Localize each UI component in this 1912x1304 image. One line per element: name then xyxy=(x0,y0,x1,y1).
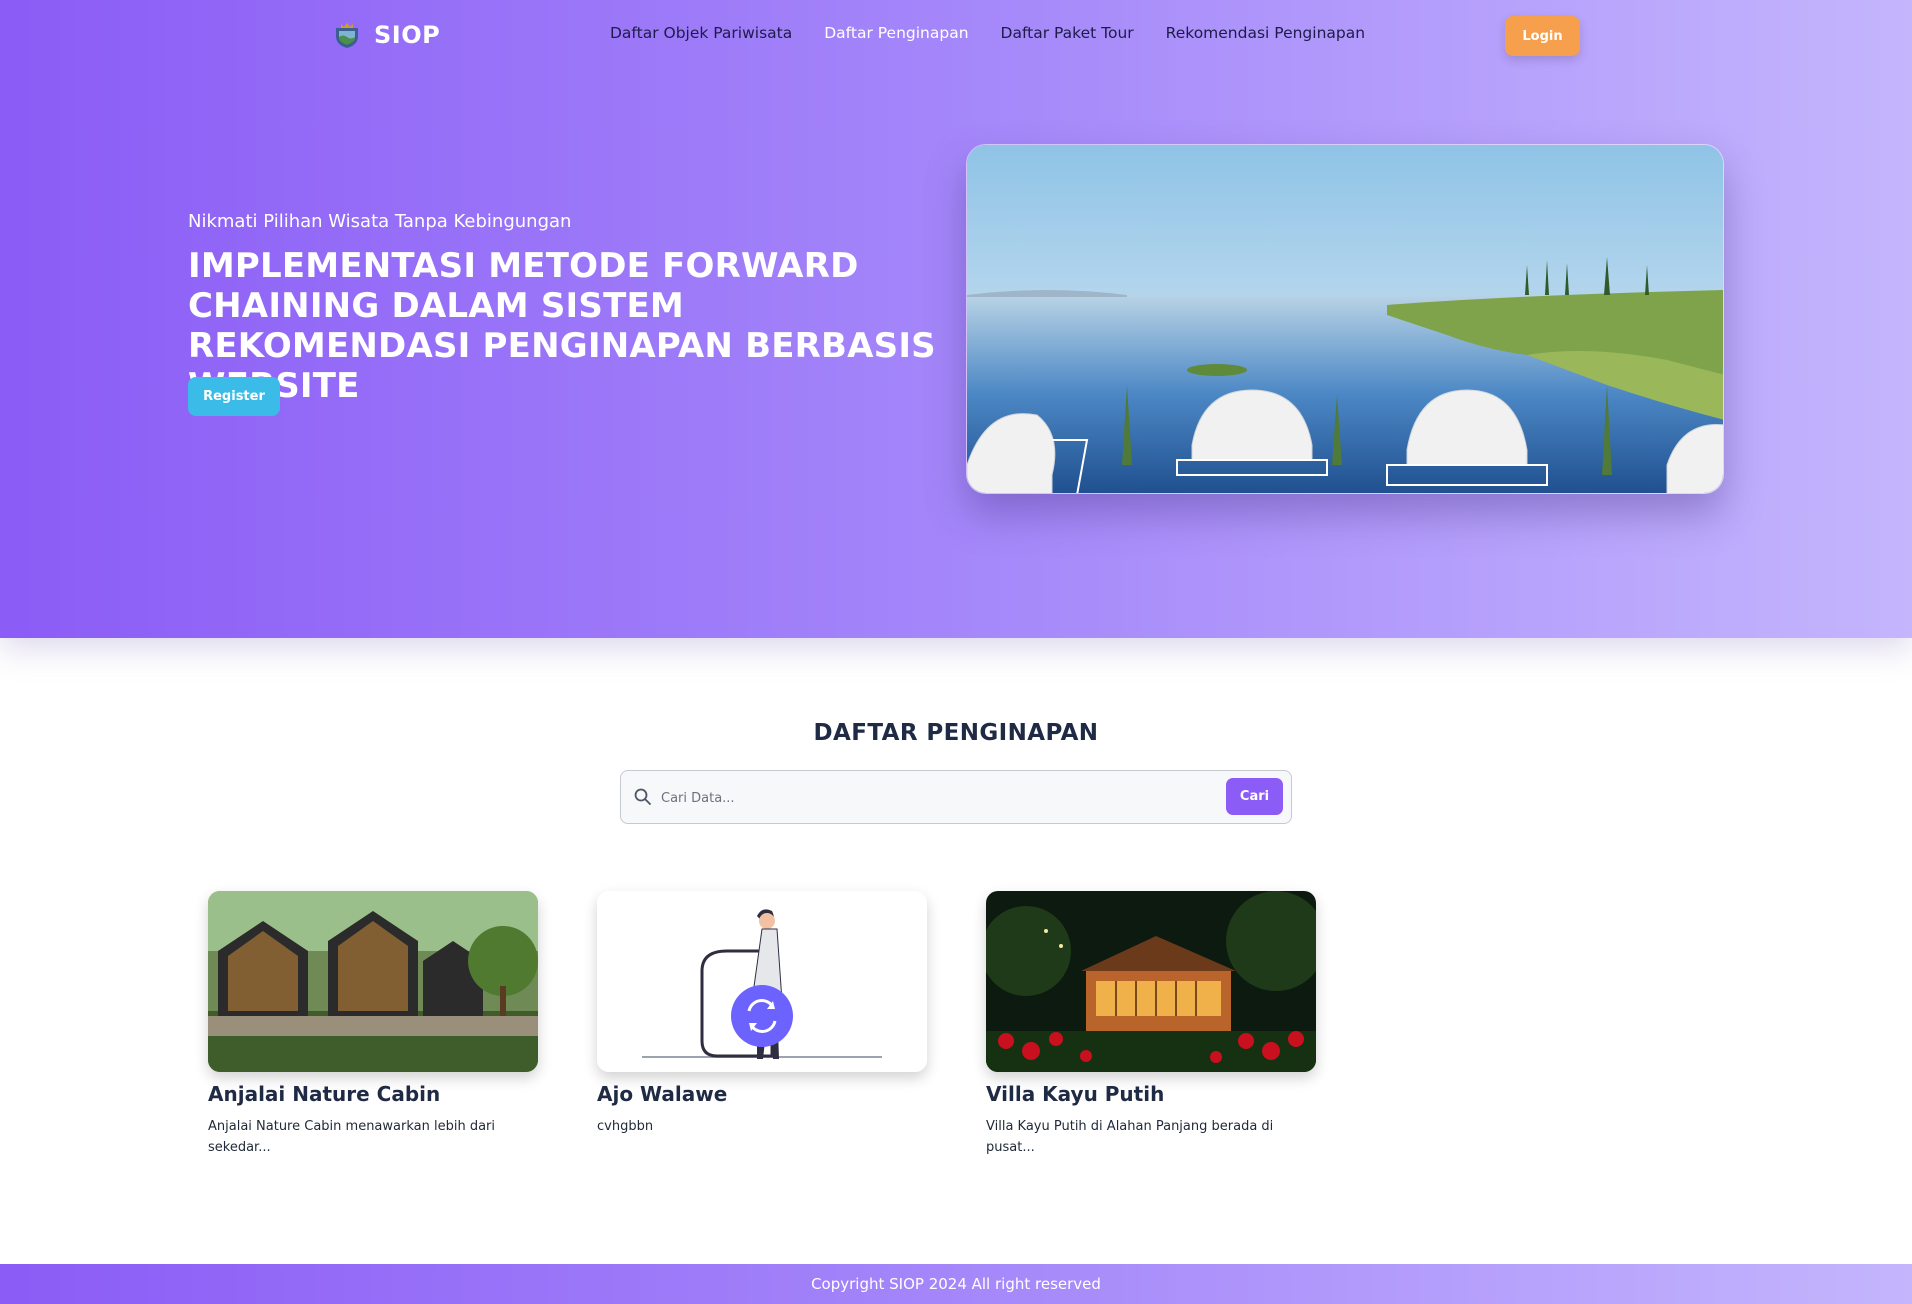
search-input[interactable] xyxy=(661,779,1221,817)
login-button[interactable]: Login xyxy=(1505,16,1580,56)
lodging-card-placeholder-image[interactable] xyxy=(597,891,927,1072)
lodging-card-description: cvhgbbn xyxy=(597,1119,654,1134)
lodging-card-title[interactable]: Ajo Walawe xyxy=(597,1082,927,1106)
lodging-card-image[interactable] xyxy=(986,891,1316,1072)
footer: Copyright SIOP 2024 All right reserved xyxy=(0,1264,1912,1304)
lodging-card-description: Anjalai Nature Cabin menawarkan lebih da… xyxy=(208,1119,495,1155)
hero-lake-image xyxy=(966,144,1724,494)
page: SIOP Daftar Objek Pariwisata Daftar Peng… xyxy=(0,0,1912,1304)
brand-logo[interactable]: SIOP xyxy=(332,20,440,50)
hero-subtitle: Nikmati Pilihan Wisata Tanpa Kebingungan xyxy=(188,211,572,232)
brand-name: SIOP xyxy=(374,21,441,49)
lodging-card[interactable]: Ajo Walawe cvhgbbn xyxy=(597,891,927,1137)
lodging-card[interactable]: Villa Kayu Putih Villa Kayu Putih di Ala… xyxy=(986,891,1316,1158)
nav-link-penginapan[interactable]: Daftar Penginapan xyxy=(824,24,968,42)
hero-section: SIOP Daftar Objek Pariwisata Daftar Peng… xyxy=(0,0,1912,638)
hero-title: IMPLEMENTASI METODE FORWARD CHAINING DAL… xyxy=(188,246,936,406)
section-title: DAFTAR PENGINAPAN xyxy=(813,720,1099,746)
lodging-card-title[interactable]: Anjalai Nature Cabin xyxy=(208,1082,538,1106)
lodging-card-image[interactable] xyxy=(208,891,538,1072)
lodging-card[interactable]: Anjalai Nature Cabin Anjalai Nature Cabi… xyxy=(208,891,538,1158)
register-button[interactable]: Register xyxy=(188,377,280,416)
search-bar: Cari xyxy=(620,770,1292,824)
search-icon xyxy=(633,787,653,807)
lodging-card-description: Villa Kayu Putih di Alahan Panjang berad… xyxy=(986,1119,1274,1155)
nav-link-objek-pariwisata[interactable]: Daftar Objek Pariwisata xyxy=(610,24,792,42)
lodging-card-title[interactable]: Villa Kayu Putih xyxy=(986,1082,1316,1106)
siop-logo-icon xyxy=(332,20,362,50)
footer-copyright: Copyright SIOP 2024 All right reserved xyxy=(811,1275,1101,1293)
nav-link-rekomendasi[interactable]: Rekomendasi Penginapan xyxy=(1166,24,1365,42)
main-nav: Daftar Objek Pariwisata Daftar Penginapa… xyxy=(610,24,1365,42)
nav-link-paket-tour[interactable]: Daftar Paket Tour xyxy=(1001,24,1134,42)
search-button[interactable]: Cari xyxy=(1226,778,1283,815)
